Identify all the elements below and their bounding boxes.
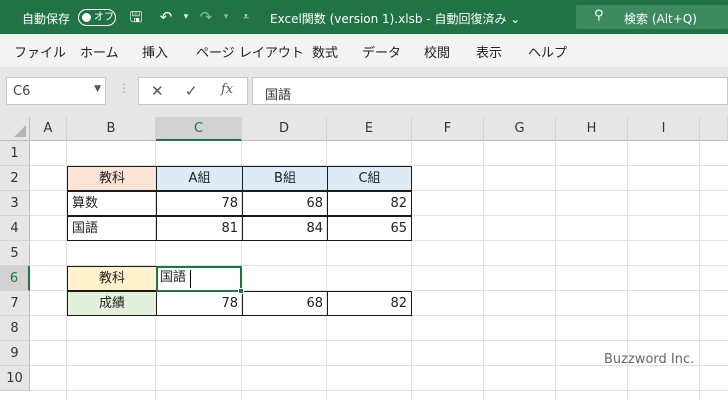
cell-b4[interactable]: 国語	[67, 216, 157, 241]
cell-d3[interactable]: 68	[242, 191, 328, 216]
tab-view[interactable]: 表示	[476, 42, 502, 61]
row-header-3[interactable]: 3	[0, 191, 30, 216]
tab-formulas[interactable]: 数式	[312, 42, 338, 61]
title-bar: 自動保存 オフ 🖫 ↶ ▾ ↷ ▾ ⩡ Excel関数 (version 1).…	[0, 0, 728, 34]
undo-dropdown-icon[interactable]: ▾	[176, 7, 196, 27]
column-header-i[interactable]: I	[628, 117, 700, 141]
ribbon-tabs: ファイル ホーム 挿入 ページ レイアウト 数式 データ 校閲 表示 ヘルプ	[0, 34, 728, 67]
save-icon[interactable]: 🖫	[126, 7, 146, 27]
column-header-h[interactable]: H	[556, 117, 628, 141]
cell-b7[interactable]: 成績	[67, 291, 157, 316]
worksheet-grid[interactable]: A B C D E F G H I 1 2 3 4 5 6 7 8 9 10 教…	[0, 117, 728, 400]
tab-help[interactable]: ヘルプ	[528, 42, 567, 61]
formula-buttons: ✕ ✓ fx	[138, 77, 248, 105]
tab-file[interactable]: ファイル	[14, 42, 66, 61]
cell-b2[interactable]: 教科	[67, 166, 157, 191]
redo-icon[interactable]: ↷	[196, 7, 216, 27]
cell-b3[interactable]: 算数	[67, 191, 157, 216]
fill-handle[interactable]	[238, 288, 244, 294]
cell-e2[interactable]: C組	[327, 166, 412, 191]
document-title[interactable]: Excel関数 (version 1).xlsb - 自動回復済み ⌄	[270, 10, 560, 27]
column-header-d[interactable]: D	[242, 117, 327, 141]
gridline	[555, 141, 556, 400]
more-icon: ⋮	[118, 81, 130, 95]
tab-page-layout[interactable]: ページ レイアウト	[196, 42, 304, 61]
chevron-down-icon[interactable]: ▼	[94, 84, 101, 94]
name-box[interactable]: C6 ▼	[6, 77, 106, 105]
cell-c2[interactable]: A組	[156, 166, 243, 191]
search-icon: ⚲	[594, 8, 604, 23]
cell-b6[interactable]: 教科	[67, 266, 157, 291]
column-header-e[interactable]: E	[327, 117, 412, 141]
cell-c4[interactable]: 81	[156, 216, 243, 241]
watermark: Buzzword Inc.	[604, 352, 695, 367]
gridline	[30, 390, 728, 391]
autosave-label: 自動保存	[22, 12, 71, 26]
name-box-value: C6	[13, 84, 31, 99]
cell-d7[interactable]: 68	[242, 291, 328, 316]
row-header-10[interactable]: 10	[0, 366, 30, 391]
column-header-b[interactable]: B	[67, 117, 156, 141]
cell-c3[interactable]: 78	[156, 191, 243, 216]
row-header-5[interactable]: 5	[0, 241, 30, 266]
column-header-partial[interactable]	[700, 117, 728, 141]
autosave-toggle[interactable]: オフ	[78, 9, 116, 26]
row-header-2[interactable]: 2	[0, 166, 30, 191]
row-header-7[interactable]: 7	[0, 291, 30, 316]
gridline	[30, 340, 728, 341]
row-header-6[interactable]: 6	[0, 266, 30, 291]
column-header-f[interactable]: F	[412, 117, 484, 141]
formula-value: 国語	[265, 88, 292, 103]
row-header-8[interactable]: 8	[0, 316, 30, 341]
cell-d2[interactable]: B組	[242, 166, 328, 191]
select-all-button[interactable]	[0, 117, 30, 141]
active-cell-border	[156, 266, 244, 294]
formula-input[interactable]: 国語	[252, 77, 728, 105]
cell-e3[interactable]: 82	[327, 191, 412, 216]
insert-function-icon[interactable]: fx	[221, 82, 233, 97]
search-placeholder: 検索 (Alt+Q)	[624, 12, 697, 26]
cell-e4[interactable]: 65	[327, 216, 412, 241]
cancel-icon[interactable]: ✕	[151, 82, 164, 100]
tab-data[interactable]: データ	[362, 42, 401, 61]
toggle-knob	[82, 13, 91, 22]
row-header-9[interactable]: 9	[0, 341, 30, 366]
undo-icon[interactable]: ↶	[156, 7, 176, 27]
row-header-4[interactable]: 4	[0, 216, 30, 241]
enter-check-icon[interactable]: ✓	[185, 82, 198, 100]
cell-c7[interactable]: 78	[156, 291, 243, 316]
autosave-state: オフ	[94, 12, 114, 23]
tab-home[interactable]: ホーム	[80, 42, 119, 61]
cell-e7[interactable]: 82	[327, 291, 412, 316]
redo-dropdown-icon[interactable]: ▾	[216, 7, 236, 27]
gridline	[699, 141, 700, 400]
column-header-c[interactable]: C	[156, 117, 242, 141]
column-header-a[interactable]: A	[30, 117, 67, 141]
row-header-1[interactable]: 1	[0, 141, 30, 166]
search-box[interactable]: ⚲ 検索 (Alt+Q)	[576, 5, 728, 29]
tab-insert[interactable]: 挿入	[142, 42, 168, 61]
tab-review[interactable]: 校閲	[424, 42, 450, 61]
gridline	[483, 141, 484, 400]
formula-bar: C6 ▼ ⋮ ✕ ✓ fx 国語	[0, 67, 728, 117]
cell-d4[interactable]: 84	[242, 216, 328, 241]
text-cursor	[190, 270, 191, 288]
column-header-g[interactable]: G	[484, 117, 556, 141]
customize-qat-icon[interactable]: ⩡	[236, 7, 256, 27]
